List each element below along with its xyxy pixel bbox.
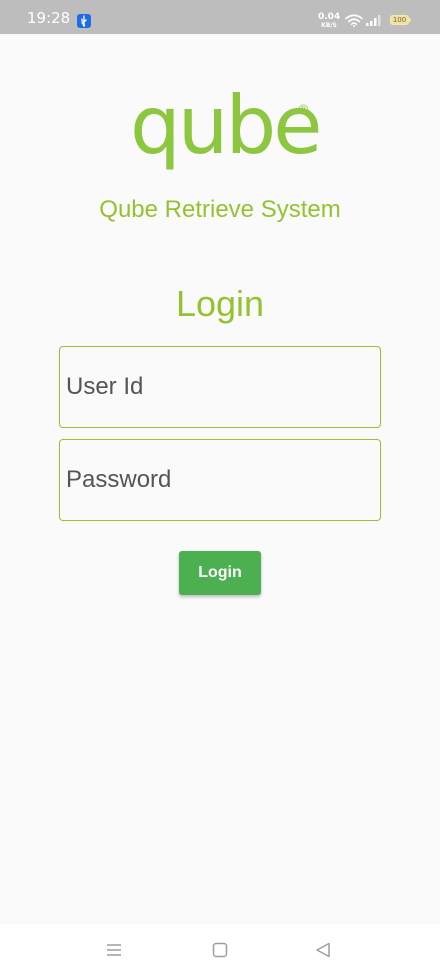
status-bar: 19:28 0.04 KB/S 100 xyxy=(0,0,440,34)
battery-level: 100 xyxy=(392,16,407,24)
menu-icon[interactable] xyxy=(106,942,122,958)
login-title: Login xyxy=(175,283,265,324)
qube-logo: qube ® xyxy=(130,79,322,172)
navigation-bar xyxy=(0,924,440,978)
network-speed: 0.04 KB/S xyxy=(318,12,341,30)
battery-icon: 100 xyxy=(390,15,411,25)
network-speed-unit: KB/S xyxy=(321,22,337,29)
app-subtitle: Qube Retrieve System xyxy=(99,196,341,223)
user-id-input[interactable] xyxy=(59,346,381,428)
signal-icon xyxy=(366,15,381,26)
usb-icon xyxy=(77,14,91,28)
wifi-icon xyxy=(345,14,363,27)
home-icon[interactable] xyxy=(212,942,228,958)
network-speed-value: 0.04 xyxy=(318,12,341,22)
login-button[interactable]: Login xyxy=(179,551,261,595)
back-icon[interactable] xyxy=(315,942,331,958)
logo-wordmark: qube xyxy=(130,79,322,172)
status-time: 19:28 xyxy=(27,9,71,27)
password-input[interactable] xyxy=(59,439,381,521)
registered-mark: ® xyxy=(297,103,310,118)
